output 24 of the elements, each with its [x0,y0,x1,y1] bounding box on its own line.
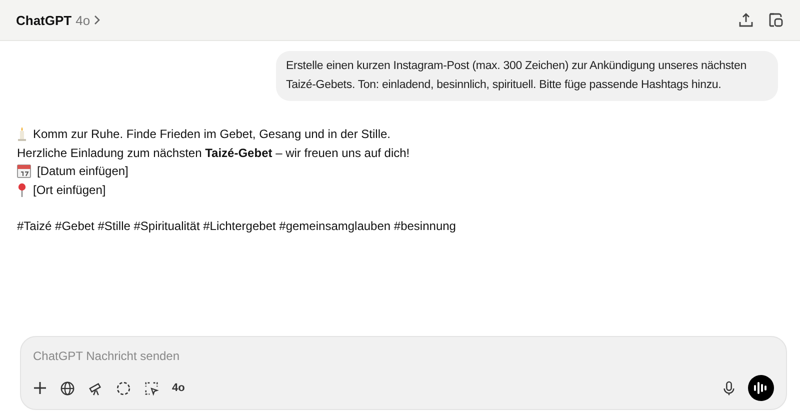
reply-text: [Datum einfügen] [37,163,128,180]
reply-text: #Taizé #Gebet #Stille #Spiritualität #Lichtergebet #gemeinsamglauben #besinnung [17,218,456,235]
app-title: ChatGPT [16,12,72,28]
candle-icon [17,127,27,142]
plus-icon[interactable] [33,381,47,395]
dashed-circle-icon[interactable] [116,380,131,396]
waveform-icon [754,382,768,394]
reply-text: [Ort einfügen] [33,182,106,198]
user-message: Erstelle einen kurzen Instagram-Post (max. 300 Zeichen) zur Ankündigung unseres nächsten Taizé-Gebets. Ton: einladend, besinnlich, spirituell. Bitte füge passende Hashtags hinzu. [276,51,778,101]
microphone-icon[interactable] [723,380,735,396]
chevron-icon[interactable] [94,15,100,25]
share-icon[interactable] [738,12,754,28]
pin-icon [17,182,27,197]
calendar-icon [17,164,31,178]
globe-icon[interactable] [60,380,75,396]
reply-text: Herzliche Einladung zum nächsten Taizé-Gebet – wir freuen uns auf dich! [17,144,410,162]
model-selector[interactable]: 4o [76,12,90,28]
reply-text: Komm zur Ruhe. Finde Frieden im Gebet, Gesang und in der Stille. [33,126,391,143]
voice-mode-button[interactable] [748,375,774,401]
telescope-icon[interactable] [88,380,103,396]
message-input[interactable]: ChatGPT Nachricht senden [33,349,774,363]
new-window-icon[interactable] [768,12,784,28]
model-button[interactable]: 4o [172,382,185,394]
select-cursor-icon[interactable] [144,380,159,396]
